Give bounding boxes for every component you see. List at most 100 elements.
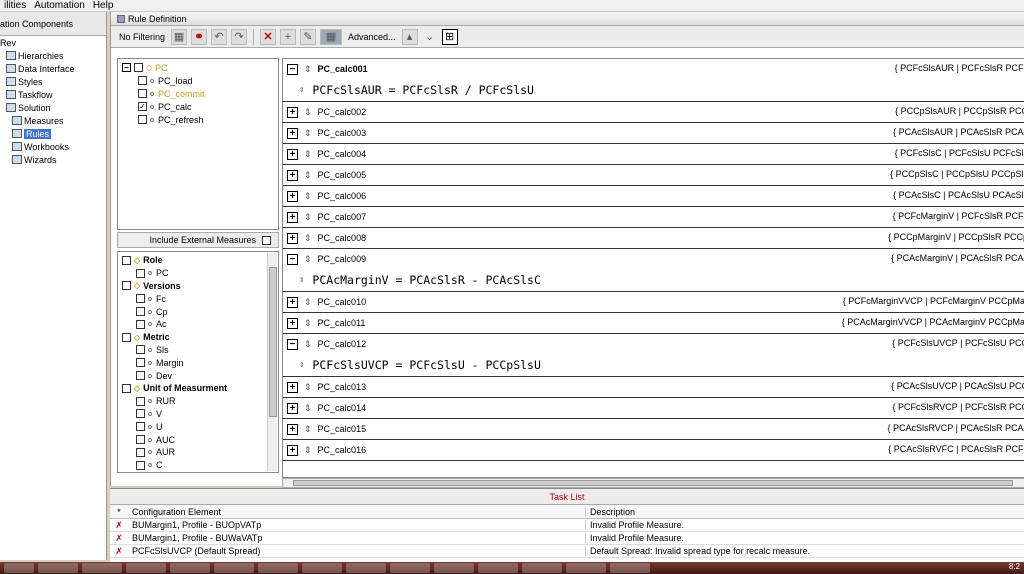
measure-item[interactable]: C [122,459,274,472]
rule-group-item[interactable]: PC_commit [122,87,274,100]
taskbar-app[interactable] [258,563,298,573]
checkbox[interactable] [136,422,145,432]
expand-icon[interactable]: + [287,444,298,456]
checkbox[interactable] [138,89,147,98]
taskbar-app[interactable] [214,563,254,573]
rule-formula[interactable]: ⇕ PCAcMarginV = PCAcSlsR - PCAcSlsC [283,269,1024,291]
filter-icon[interactable]: ▦ [171,28,188,45]
chevron-down-icon[interactable]: ⌄ [422,29,438,45]
rule-group-root[interactable]: − ◇ PC [122,61,274,74]
expand-icon[interactable]: + [287,381,298,393]
rule-header[interactable]: + ⇕ PC_calc006 { PCAcSlsC | PCAcSlsU PCAcSl… [283,186,1024,206]
reorder-icon[interactable]: ⇕ [304,318,312,329]
expand-icon[interactable]: + [287,232,298,244]
checkbox[interactable] [136,294,145,304]
taskbar-app[interactable] [390,563,430,573]
reorder-icon[interactable]: ⇕ [304,297,312,308]
grid-icon[interactable]: ▦ [320,28,343,45]
menu-help[interactable]: Help [89,0,118,11]
checkbox[interactable] [122,383,131,393]
measure-item[interactable]: Bool [122,472,274,473]
edit-rule-icon[interactable]: ✎ [300,28,317,45]
menu-automation[interactable]: Automation [30,0,89,11]
collapse-icon[interactable]: − [122,63,131,72]
checkbox[interactable] [138,115,147,124]
reorder-icon[interactable]: ⇕ [304,254,312,265]
taskbar-app[interactable] [566,563,606,573]
components-tree-item[interactable]: Data Interface [0,62,106,75]
include-external-checkbox[interactable] [262,235,271,245]
expand-icon[interactable]: + [287,190,298,202]
rule-header[interactable]: + ⇕ PC_calc010 { PCFcMarginVVCP | PCFcMargi… [283,292,1024,312]
menu-utilities[interactable]: ilities [0,0,30,11]
expand-icon[interactable]: + [287,127,298,139]
reorder-icon[interactable]: ⇕ [304,382,312,393]
measure-item[interactable]: Margin [122,356,274,369]
rule-header[interactable]: + ⇕ PC_calc008 { PCCpMarginV | PCCpSlsR PCC… [283,228,1024,248]
taskbar-app[interactable] [170,563,210,573]
taskbar-app[interactable] [82,563,122,573]
expand-icon[interactable]: + [287,402,298,414]
measure-item[interactable]: U [122,420,274,433]
measure-item[interactable]: Ac [122,318,274,331]
checkbox[interactable] [136,447,145,457]
reorder-icon[interactable]: ⇕ [304,191,312,202]
checkbox[interactable] [136,307,145,317]
measure-item[interactable]: Sls [122,344,274,357]
scrollbar-thumb[interactable] [293,480,1013,486]
checkbox[interactable] [136,409,145,419]
checkbox[interactable]: ✓ [138,102,147,111]
measure-item[interactable]: Cp [122,305,274,318]
components-tree-item[interactable]: Measures [0,114,106,127]
components-tree-item[interactable]: Wizards [0,153,106,166]
checkbox[interactable] [122,255,131,265]
delete-icon[interactable]: ✕ [260,28,277,45]
checkbox[interactable] [136,319,145,329]
reorder-icon[interactable]: ⇕ [299,85,304,95]
reorder-icon[interactable]: ⇕ [304,445,312,456]
taskbar-app[interactable] [302,563,342,573]
checkbox[interactable] [136,345,145,355]
measure-group[interactable]: ◇ Metric [122,331,274,344]
components-tree-item[interactable]: Taskflow [0,88,106,101]
rule-header[interactable]: + ⇕ PC_calc014 { PCFcSlsRVCP | PCFcSlsR PCC [283,398,1024,418]
taskbar-app[interactable] [478,563,518,573]
task-row[interactable]: ✗ BUMargin1, Profile - BUOpVATp Invalid Pr… [110,519,1024,532]
collapse-icon[interactable]: ▴ [401,28,418,45]
rule-header[interactable]: − ⇕ PC_calc012 { PCFcSlsUVCP | PCFcSlsU PCC [283,334,1024,354]
taskbar-app[interactable] [434,563,474,573]
measure-item[interactable]: V [122,408,274,421]
column-configuration-element[interactable]: Configuration Element [128,506,586,517]
expand-all-icon[interactable]: ⊞ [441,28,458,45]
expand-icon[interactable]: + [287,423,298,435]
taskbar-app[interactable] [38,563,78,573]
collapse-icon[interactable]: − [287,63,298,75]
reorder-icon[interactable]: ⇕ [304,212,312,223]
rule-formula[interactable]: ⇕ PCFcSlsUVCP = PCFcSlsU - PCCpSlsU [283,354,1024,376]
checkbox[interactable] [136,371,145,381]
rule-header[interactable]: − ⇕ PC_calc009 { PCAcMarginV | PCAcSlsR PCA… [283,249,1024,269]
redo-icon[interactable]: ↷ [231,28,248,45]
components-tree-item[interactable]: Hierarchies [0,49,106,62]
reorder-icon[interactable]: ⇕ [304,339,312,350]
reorder-icon[interactable]: ⇕ [304,424,312,435]
collapse-icon[interactable]: − [287,338,298,350]
rule-header[interactable]: + ⇕ PC_calc013 { PCAcSlsUVCP | PCAcSlsU PCC [283,377,1024,397]
checkbox[interactable] [138,76,147,85]
components-tree-item[interactable]: Styles [0,75,106,88]
expand-icon[interactable]: + [287,106,298,118]
measure-item[interactable]: Dev [122,369,274,382]
measure-item[interactable]: AUR [122,446,274,459]
rule-header[interactable]: + ⇕ PC_calc003 { PCAcSlsAUR | PCAcSlsR PCAc [283,123,1024,143]
filter-label[interactable]: No Filtering [117,32,167,42]
measure-group[interactable]: ◇ Unit of Measurment [122,382,274,395]
reorder-icon[interactable]: ⇕ [299,275,304,285]
expand-icon[interactable]: + [287,317,298,329]
taskbar-app[interactable] [610,563,650,573]
checkbox[interactable] [122,332,131,342]
link-icon[interactable]: ⚭ [191,28,208,45]
measure-group[interactable]: ◇ Versions [122,280,274,293]
reorder-icon[interactable]: ⇕ [304,170,312,181]
expand-icon[interactable]: + [287,148,298,160]
advanced-button[interactable]: Advanced... [346,32,398,42]
